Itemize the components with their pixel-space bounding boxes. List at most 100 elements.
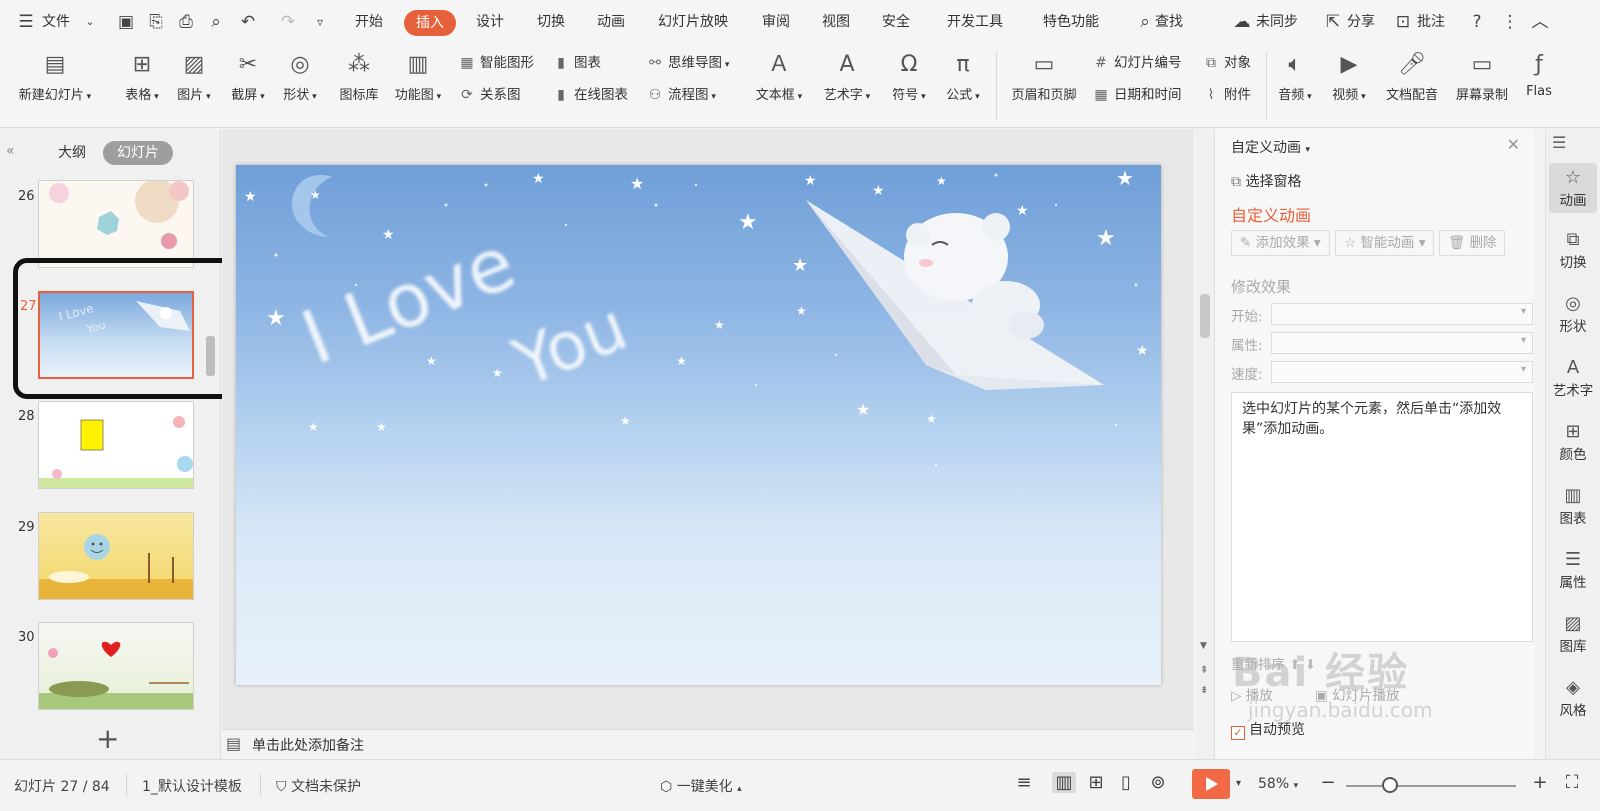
property-dropdown[interactable]: ▾	[1271, 332, 1533, 354]
wordart-button[interactable]: A 艺术字 ▾	[818, 50, 876, 103]
slide-number-button[interactable]: # 幻灯片编号	[1092, 52, 1181, 74]
collapse-panel-icon[interactable]: «	[6, 143, 15, 159]
formula-button[interactable]: π 公式 ▾	[940, 50, 986, 103]
comment-button[interactable]: 批注	[1417, 0, 1445, 44]
sidebar-item-animation[interactable]: ☆ 动画	[1549, 163, 1597, 213]
sidebar-item-color[interactable]: ⊞ 颜色	[1549, 421, 1597, 463]
print-icon[interactable]: ⎙	[176, 12, 196, 32]
canvas-scroll-thumb[interactable]	[1200, 294, 1210, 338]
hamburger-icon[interactable]: ☰	[16, 12, 36, 32]
slide-thumbnail[interactable]	[38, 622, 194, 710]
sidebar-item-shape[interactable]: ◎ 形状	[1549, 293, 1597, 335]
presenter-view-icon[interactable]: ⊚	[1146, 772, 1170, 793]
add-effect-button[interactable]: ✎ 添加效果 ▾	[1231, 230, 1330, 256]
chevron-down-icon[interactable]: ⌄	[80, 12, 100, 32]
slide-thumbnail[interactable]	[38, 401, 194, 489]
sidebar-item-gallery[interactable]: ▨ 图库	[1549, 613, 1597, 655]
slide-thumbnail[interactable]	[38, 512, 194, 600]
comment-icon[interactable]: ⊡	[1393, 12, 1413, 32]
print-preview-icon[interactable]: ⌕	[206, 12, 226, 32]
sidebar-item-chart[interactable]: ▥ 图表	[1549, 485, 1597, 527]
sidebar-item-property[interactable]: ☰ 属性	[1549, 549, 1597, 591]
tab-design[interactable]: 设计	[476, 0, 504, 44]
sidebar-item-transition[interactable]: ⧉ 切换	[1549, 229, 1597, 271]
function-chart-button[interactable]: ▥ 功能图 ▾	[390, 50, 446, 103]
slide-thumbnail[interactable]	[38, 180, 194, 268]
sync-status[interactable]: 未同步	[1256, 0, 1298, 44]
zoom-level[interactable]: 58% ▾	[1258, 776, 1298, 792]
animation-list-box[interactable]: 选中幻灯片的某个元素，然后单击“添加效果”添加动画。	[1231, 392, 1533, 642]
delete-button[interactable]: 🗑︎ 删除	[1439, 230, 1506, 256]
add-slide-icon[interactable]: +	[96, 722, 119, 755]
speed-dropdown[interactable]: ▾	[1271, 361, 1533, 383]
zoom-out-icon[interactable]: −	[1316, 772, 1340, 793]
picture-button[interactable]: ▨ 图片 ▾	[172, 50, 216, 103]
tab-slides[interactable]: 幻灯片	[103, 141, 173, 165]
file-menu[interactable]: 文件	[42, 0, 70, 44]
new-slide-button[interactable]: ▤ 新建幻灯片 ▾	[12, 50, 98, 103]
attachment-button[interactable]: ⌇ 附件	[1202, 84, 1251, 106]
search-icon[interactable]: ⌕	[1135, 12, 1155, 32]
tab-features[interactable]: 特色功能	[1043, 0, 1099, 44]
normal-view-icon[interactable]: ▥	[1052, 772, 1076, 793]
canvas-vertical-scrollbar[interactable]: ▼ ⇞ ⇟	[1196, 129, 1214, 759]
protect-status[interactable]: ⛉ 文档未保护	[276, 776, 361, 796]
collapse-ribbon-icon[interactable]: ︿	[1530, 12, 1550, 32]
slide-sorter-icon[interactable]: ⊞	[1084, 772, 1108, 793]
help-icon[interactable]: ?	[1467, 12, 1487, 32]
tab-developer[interactable]: 开发工具	[947, 0, 1003, 44]
tab-home[interactable]: 开始	[355, 0, 383, 44]
sidebar-item-style[interactable]: ◈ 风格	[1549, 677, 1597, 719]
header-footer-button[interactable]: ▭ 页眉和页脚	[1004, 50, 1084, 103]
tab-insert[interactable]: 插入	[404, 10, 456, 36]
slide-27[interactable]: ★ ★ ★ ★ ★ ★ ★ ★ ★ ★ ★ ★ ★ ★ ★ ★ ★ ★ ★ ★	[236, 165, 1161, 685]
video-button[interactable]: ▶ 视频 ▾	[1326, 50, 1372, 103]
play-slideshow-button[interactable]	[1192, 769, 1230, 799]
start-dropdown[interactable]: ▾	[1271, 303, 1533, 325]
chart-button[interactable]: ▮ 图表	[552, 52, 601, 74]
reading-view-icon[interactable]: ▯	[1114, 772, 1138, 793]
flowchart-button[interactable]: ⚇ 流程图 ▾	[646, 84, 716, 106]
icon-library-button[interactable]: ⁂ 图标库	[334, 50, 384, 103]
screenshot-button[interactable]: ✂ 截屏 ▾	[226, 50, 270, 103]
auto-preview-checkbox[interactable]: ✓ 自动预览	[1231, 719, 1305, 740]
notes-area[interactable]: ▤ 单击此处添加备注	[222, 729, 1194, 759]
mindmap-button[interactable]: ⚯ 思维导图 ▾	[646, 52, 729, 74]
tab-view[interactable]: 视图	[822, 0, 850, 44]
share-button[interactable]: 分享	[1347, 0, 1375, 44]
tab-outline[interactable]: 大纲	[58, 141, 86, 165]
sidebar-menu-icon[interactable]: ☰	[1552, 133, 1566, 152]
smart-animation-button[interactable]: ☆ 智能动画 ▾	[1335, 230, 1435, 256]
next-slide-icon[interactable]: ⇟	[1200, 685, 1208, 696]
pane-title[interactable]: 自定义动画 ▾	[1231, 137, 1310, 157]
zoom-slider-track[interactable]	[1346, 785, 1516, 787]
screen-record-button[interactable]: ▭ 屏幕录制	[1450, 50, 1514, 103]
redo-icon[interactable]: ↷	[278, 12, 298, 32]
beautify-button[interactable]: ⬡ 一键美化 ▴	[660, 776, 742, 796]
smart-shape-button[interactable]: ▦ 智能图形	[458, 52, 534, 74]
more-icon[interactable]: ⋮	[1500, 12, 1520, 32]
notes-toggle-icon[interactable]: ≡	[1012, 772, 1036, 793]
online-chart-button[interactable]: ▮ 在线图表	[552, 84, 628, 106]
tab-security[interactable]: 安全	[882, 0, 910, 44]
textbox-button[interactable]: Ａ 文本框 ▾	[750, 50, 808, 103]
cloud-icon[interactable]: ☁	[1232, 12, 1252, 32]
selection-pane-button[interactable]: ⧉ 选择窗格	[1231, 171, 1301, 191]
symbol-button[interactable]: Ω 符号 ▾	[886, 50, 932, 103]
tab-animation[interactable]: 动画	[597, 0, 625, 44]
export-icon[interactable]: ⎘	[146, 12, 166, 32]
share-icon[interactable]: ⇱	[1323, 12, 1343, 32]
sidebar-item-wordart[interactable]: A 艺术字	[1549, 357, 1597, 399]
tab-slideshow[interactable]: 幻灯片放映	[658, 0, 728, 44]
flash-button[interactable]: ƒ Flas	[1522, 50, 1556, 99]
prev-slide-icon[interactable]: ⇞	[1200, 665, 1208, 676]
fit-window-icon[interactable]: ⛶	[1560, 772, 1584, 793]
audio-button[interactable]: 🔈︎ 音频 ▾	[1272, 50, 1318, 103]
shape-button[interactable]: ◎ 形状 ▾	[278, 50, 322, 103]
table-button[interactable]: ⊞ 表格 ▾	[120, 50, 164, 103]
zoom-in-icon[interactable]: +	[1528, 772, 1552, 793]
search-button[interactable]: 查找	[1155, 0, 1183, 44]
zoom-slider-knob[interactable]	[1382, 777, 1398, 793]
save-icon[interactable]: ▣	[116, 12, 136, 32]
object-button[interactable]: ⧉ 对象	[1202, 52, 1251, 74]
